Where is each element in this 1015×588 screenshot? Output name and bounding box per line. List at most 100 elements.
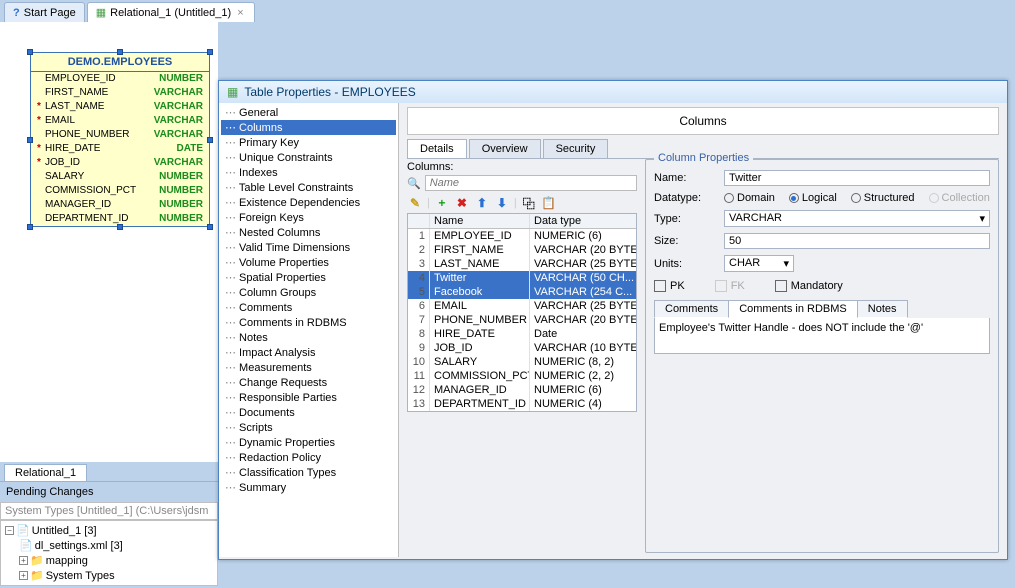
nav-columns[interactable]: ⋯ Columns: [221, 120, 396, 135]
column-name-input[interactable]: [724, 170, 990, 186]
move-up-icon[interactable]: ⬆: [474, 195, 490, 211]
notes-tabs: Comments Comments in RDBMS Notes: [654, 300, 990, 318]
nav-table-level-constraints[interactable]: ⋯ Table Level Constraints: [221, 180, 396, 195]
nav-measurements[interactable]: ⋯ Measurements: [221, 360, 396, 375]
folder-icon: 📁: [30, 554, 44, 567]
erd-table-title: DEMO.EMPLOYEES: [31, 53, 209, 72]
help-icon: ?: [13, 7, 20, 19]
column-row[interactable]: 12MANAGER_IDNUMERIC (6): [408, 383, 636, 397]
nav-classification-types[interactable]: ⋯ Classification Types: [221, 465, 396, 480]
nav-documents[interactable]: ⋯ Documents: [221, 405, 396, 420]
nav-scripts[interactable]: ⋯ Scripts: [221, 420, 396, 435]
nav-indexes[interactable]: ⋯ Indexes: [221, 165, 396, 180]
expand-icon[interactable]: +: [19, 556, 28, 565]
radio-structured[interactable]: Structured: [851, 192, 915, 204]
comments-textarea[interactable]: Employee's Twitter Handle - does NOT inc…: [654, 318, 990, 354]
nav-impact-analysis[interactable]: ⋯ Impact Analysis: [221, 345, 396, 360]
pk-checkbox[interactable]: PK: [654, 280, 685, 292]
fk-checkbox: FK: [715, 280, 745, 292]
folder-icon: 📁: [30, 569, 44, 582]
mandatory-checkbox[interactable]: Mandatory: [775, 280, 843, 292]
close-icon[interactable]: ×: [235, 7, 245, 19]
column-row[interactable]: 13DEPARTMENT_IDNUMERIC (4): [408, 397, 636, 411]
dialog-title-bar[interactable]: ▦Table Properties - EMPLOYEES: [219, 81, 1007, 103]
nav-primary-key[interactable]: ⋯ Primary Key: [221, 135, 396, 150]
ntab-comments-rdbms[interactable]: Comments in RDBMS: [728, 300, 858, 318]
add-icon[interactable]: +: [434, 195, 450, 211]
collapse-icon[interactable]: −: [5, 526, 14, 535]
columns-label: Columns:: [407, 161, 637, 173]
column-row[interactable]: 11COMMISSION_PCTNUMERIC (2, 2): [408, 369, 636, 383]
binoculars-icon: 🔍: [407, 177, 421, 190]
column-properties-panel: Column Properties Name: Datatype: Domain…: [645, 159, 999, 553]
file-icon: 📄: [19, 539, 33, 552]
nav-unique-constraints[interactable]: ⋯ Unique Constraints: [221, 150, 396, 165]
delete-icon[interactable]: ✖: [454, 195, 470, 211]
table-icon: ▦: [227, 85, 238, 99]
nav-foreign-keys[interactable]: ⋯ Foreign Keys: [221, 210, 396, 225]
section-header: Columns: [407, 107, 999, 135]
ntab-comments[interactable]: Comments: [654, 300, 729, 318]
radio-collection: Collection: [929, 192, 990, 204]
column-row[interactable]: 4TwitterVARCHAR (50 CH...: [408, 271, 636, 285]
tab-details[interactable]: Details: [407, 139, 467, 158]
system-types-path: System Types [Untitled_1] (C:\Users\jdsm: [0, 502, 218, 520]
erd-table-employees[interactable]: DEMO.EMPLOYEES EMPLOYEE_IDNUMBERFIRST_NA…: [30, 52, 210, 227]
table-properties-dialog: ▦Table Properties - EMPLOYEES ⋯ General⋯…: [218, 80, 1008, 560]
pending-tree: −📄Untitled_1 [3] 📄dl_settings.xml [3] +📁…: [0, 520, 218, 586]
units-select[interactable]: CHAR▾: [724, 255, 794, 272]
edit-icon[interactable]: ✎: [407, 195, 423, 211]
nav-comments-in-rdbms[interactable]: ⋯ Comments in RDBMS: [221, 315, 396, 330]
nav-redaction-policy[interactable]: ⋯ Redaction Policy: [221, 450, 396, 465]
column-row[interactable]: 7PHONE_NUMBERVARCHAR (20 BYTE): [408, 313, 636, 327]
dialog-nav-list: ⋯ General⋯ Columns⋯ Primary Key⋯ Unique …: [219, 103, 399, 557]
nav-change-requests[interactable]: ⋯ Change Requests: [221, 375, 396, 390]
folder-icon: 📄: [16, 524, 30, 537]
nav-spatial-properties[interactable]: ⋯ Spatial Properties: [221, 270, 396, 285]
column-row[interactable]: 5FacebookVARCHAR (254 C...: [408, 285, 636, 299]
nav-existence-dependencies[interactable]: ⋯ Existence Dependencies: [221, 195, 396, 210]
column-properties-legend: Column Properties: [654, 152, 753, 164]
move-down-icon[interactable]: ⬇: [494, 195, 510, 211]
column-row[interactable]: 9JOB_IDVARCHAR (10 BYTE): [408, 341, 636, 355]
radio-domain[interactable]: Domain: [724, 192, 775, 204]
copy-icon[interactable]: ⿻: [521, 195, 537, 211]
nav-nested-columns[interactable]: ⋯ Nested Columns: [221, 225, 396, 240]
nav-responsible-parties[interactable]: ⋯ Responsible Parties: [221, 390, 396, 405]
nav-summary[interactable]: ⋯ Summary: [221, 480, 396, 495]
nav-dynamic-properties[interactable]: ⋯ Dynamic Properties: [221, 435, 396, 450]
column-row[interactable]: 10SALARYNUMERIC (8, 2): [408, 355, 636, 369]
bottom-tab-relational[interactable]: Relational_1: [4, 464, 87, 481]
column-row[interactable]: 6EMAILVARCHAR (25 BYTE): [408, 299, 636, 313]
nav-column-groups[interactable]: ⋯ Column Groups: [221, 285, 396, 300]
nav-volume-properties[interactable]: ⋯ Volume Properties: [221, 255, 396, 270]
nav-comments[interactable]: ⋯ Comments: [221, 300, 396, 315]
tree-item[interactable]: +📁mapping: [3, 553, 215, 568]
column-row[interactable]: 2FIRST_NAMEVARCHAR (20 BYTE): [408, 243, 636, 257]
radio-logical[interactable]: Logical: [789, 192, 837, 204]
column-search-input[interactable]: [425, 175, 637, 191]
diagram-icon: ▦: [96, 6, 106, 19]
tree-item[interactable]: +📁System Types: [3, 568, 215, 583]
pending-changes-label: Pending Changes: [0, 481, 218, 502]
column-row[interactable]: 1EMPLOYEE_IDNUMERIC (6): [408, 229, 636, 243]
type-select[interactable]: VARCHAR▾: [724, 210, 990, 227]
ntab-notes[interactable]: Notes: [857, 300, 908, 318]
column-row[interactable]: 8HIRE_DATEDate: [408, 327, 636, 341]
tree-item[interactable]: −📄Untitled_1 [3]: [3, 523, 215, 538]
column-toolbar: ✎ | + ✖ ⬆ ⬇ | ⿻ 📋: [407, 193, 637, 213]
size-input[interactable]: [724, 233, 990, 249]
paste-icon[interactable]: 📋: [541, 195, 557, 211]
nav-valid-time-dimensions[interactable]: ⋯ Valid Time Dimensions: [221, 240, 396, 255]
nav-notes[interactable]: ⋯ Notes: [221, 330, 396, 345]
expand-icon[interactable]: +: [19, 571, 28, 580]
tab-security[interactable]: Security: [543, 139, 609, 158]
tab-overview[interactable]: Overview: [469, 139, 541, 158]
column-row[interactable]: 3LAST_NAMEVARCHAR (25 BYTE): [408, 257, 636, 271]
tree-item[interactable]: 📄dl_settings.xml [3]: [3, 538, 215, 553]
tab-relational-1[interactable]: ▦Relational_1 (Untitled_1)×: [87, 2, 255, 22]
tab-start-page[interactable]: ?Start Page: [4, 2, 85, 22]
document-tabs: ?Start Page ▦Relational_1 (Untitled_1)×: [0, 0, 1015, 22]
columns-grid: NameData type 1EMPLOYEE_IDNUMERIC (6)2FI…: [407, 213, 637, 412]
nav-general[interactable]: ⋯ General: [221, 105, 396, 120]
